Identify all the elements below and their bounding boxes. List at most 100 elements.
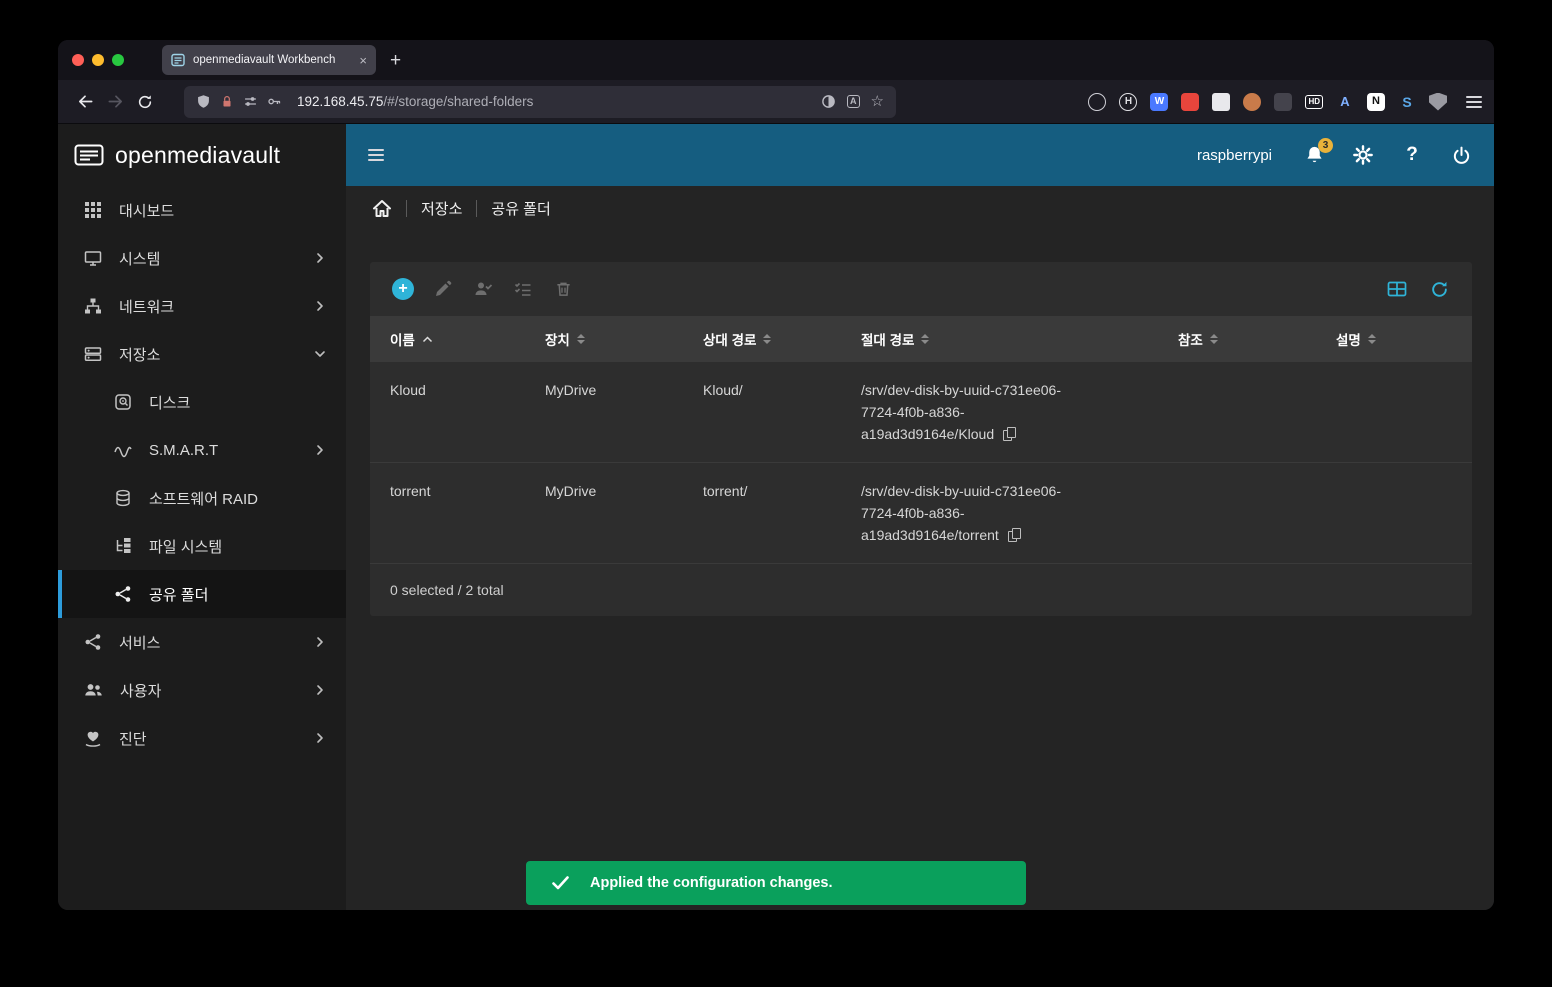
breadcrumb-item-storage[interactable]: 저장소 [421, 198, 462, 219]
disk-icon [115, 394, 131, 410]
key-icon[interactable] [267, 94, 282, 109]
sidebar-item-label: 디스크 [149, 394, 191, 412]
column-header-name[interactable]: 이름 [390, 329, 545, 349]
dashboard-icon [85, 202, 101, 218]
translate-page-icon[interactable]: A [847, 95, 860, 108]
sidebar-item-storage[interactable]: 저장소 [58, 330, 346, 378]
sidebar-item-label: 파일 시스템 [149, 538, 223, 556]
sidebar-item-disks[interactable]: 디스크 [58, 378, 346, 426]
sidebar-item-file-systems[interactable]: 파일 시스템 [58, 522, 346, 570]
storage-icon [84, 347, 102, 361]
reload-button[interactable] [130, 87, 160, 117]
column-header-absolute-path[interactable]: 절대 경로 [861, 329, 1178, 349]
chevron-right-icon [314, 444, 326, 456]
hd-extension-icon[interactable]: HD [1305, 94, 1323, 109]
users-icon [85, 684, 102, 696]
fullscreen-window-button[interactable] [112, 54, 124, 66]
sort-icon [921, 334, 930, 344]
new-tab-button[interactable]: + [390, 51, 401, 70]
reader-mode-icon[interactable] [821, 94, 836, 109]
raid-icon [116, 489, 130, 507]
pet-extension-icon[interactable] [1243, 92, 1262, 111]
delete-button[interactable] [552, 278, 574, 300]
chevron-right-icon [314, 300, 326, 312]
url-text[interactable]: 192.168.45.75/#/storage/shared-folders [297, 94, 533, 109]
copy-icon[interactable] [1003, 427, 1017, 441]
sidebar-item-diagnostics[interactable]: 진단 [58, 714, 346, 762]
sidebar: 대시보드 시스템 네트워크 저장소 디스크 S.M.A.R.T 소프트웨어 RA… [58, 186, 346, 910]
column-header-device[interactable]: 장치 [545, 329, 703, 349]
sidebar-item-network[interactable]: 네트워크 [58, 282, 346, 330]
table-row[interactable]: Kloud MyDrive Kloud/ /srv/dev-disk-by-uu… [370, 362, 1472, 463]
settings-gear-icon[interactable] [1352, 144, 1374, 166]
table-row[interactable]: torrent MyDrive torrent/ /srv/dev-disk-b… [370, 463, 1472, 564]
acl-button[interactable] [512, 278, 534, 300]
browser-toolbar: 192.168.45.75/#/storage/shared-folders A… [58, 80, 1494, 124]
app-title: openmediavault [115, 141, 281, 168]
omv-logo-icon [74, 141, 104, 169]
refresh-button[interactable] [1428, 278, 1450, 300]
column-header-relative-path[interactable]: 상대 경로 [703, 329, 861, 349]
sidebar-item-users[interactable]: 사용자 [58, 666, 346, 714]
minimize-window-button[interactable] [92, 54, 104, 66]
sort-asc-icon [422, 335, 432, 342]
column-header-referenced[interactable]: 참조 [1178, 329, 1336, 349]
sidebar-item-services[interactable]: 서비스 [58, 618, 346, 666]
url-bar[interactable]: 192.168.45.75/#/storage/shared-folders A… [184, 85, 896, 118]
sidebar-item-label: 소프트웨어 RAID [149, 490, 259, 508]
privileges-button[interactable] [472, 278, 494, 300]
column-header-description[interactable]: 설명 [1336, 329, 1472, 349]
shared-folder-icon [115, 586, 131, 602]
edit-button[interactable] [432, 278, 454, 300]
account-extension-icon[interactable]: H [1119, 92, 1138, 111]
sidebar-item-smart[interactable]: S.M.A.R.T [58, 426, 346, 474]
notion-extension-icon[interactable]: N [1367, 92, 1385, 111]
synology-extension-icon[interactable]: S [1398, 93, 1416, 111]
breadcrumb-item-shared-folders[interactable]: 공유 폴더 [491, 198, 550, 219]
toast-notification[interactable]: Applied the configuration changes. [526, 861, 1026, 905]
back-button[interactable] [70, 87, 100, 117]
home-icon[interactable] [372, 199, 392, 218]
wiz-extension-icon[interactable]: W [1150, 92, 1169, 111]
sidebar-item-label: 시스템 [119, 250, 161, 268]
tab-bar: openmediavault Workbench × + [58, 40, 1494, 80]
sort-icon [576, 334, 585, 344]
cell-name: torrent [390, 483, 431, 499]
sidebar-item-shared-folders[interactable]: 공유 폴더 [58, 570, 346, 618]
browser-menu-icon[interactable] [1466, 93, 1482, 111]
permissions-lock-icon[interactable] [220, 94, 234, 109]
breadcrumb-separator [476, 199, 478, 217]
cell-relative-path: Kloud/ [703, 382, 743, 398]
screenshot-extension-icon[interactable] [1212, 92, 1231, 111]
extensions-sliders-icon[interactable] [243, 94, 258, 109]
columns-toggle-button[interactable] [1386, 278, 1408, 300]
sidebar-item-label: 공유 폴더 [149, 586, 209, 604]
bookmark-star-icon[interactable]: ☆ [871, 94, 884, 109]
shield-extension-icon[interactable] [1429, 92, 1447, 111]
sidebar-item-software-raid[interactable]: 소프트웨어 RAID [58, 474, 346, 522]
breadcrumb: 저장소 공유 폴더 [346, 186, 1494, 230]
translate-extension-icon[interactable]: A [1336, 93, 1354, 111]
password-extension-icon[interactable] [1181, 92, 1200, 111]
pocket-extension-icon[interactable] [1088, 92, 1107, 111]
close-window-button[interactable] [72, 54, 84, 66]
help-button[interactable]: ? [1401, 144, 1423, 166]
url-path: /#/storage/shared-folders [383, 94, 534, 109]
top-bar: raspberrypi 3 ? [346, 124, 1494, 186]
sidebar-item-system[interactable]: 시스템 [58, 234, 346, 282]
tracking-protection-icon[interactable] [196, 94, 211, 109]
chevron-right-icon [314, 252, 326, 264]
browser-tab[interactable]: openmediavault Workbench × [162, 45, 376, 75]
notifications-button[interactable]: 3 [1303, 138, 1333, 166]
browser-window: openmediavault Workbench × + 192.168.45.… [58, 40, 1494, 910]
power-button[interactable] [1450, 144, 1472, 166]
chevron-right-icon [314, 684, 326, 696]
add-button[interactable]: + [392, 278, 414, 300]
diagnostics-icon [85, 731, 101, 747]
sidebar-toggle-icon[interactable] [368, 146, 384, 164]
forward-button[interactable] [100, 87, 130, 117]
sidebar-item-dashboard[interactable]: 대시보드 [58, 186, 346, 234]
copy-icon[interactable] [1007, 528, 1021, 542]
container-extension-icon[interactable] [1274, 92, 1293, 111]
tab-close-icon[interactable]: × [359, 53, 367, 68]
